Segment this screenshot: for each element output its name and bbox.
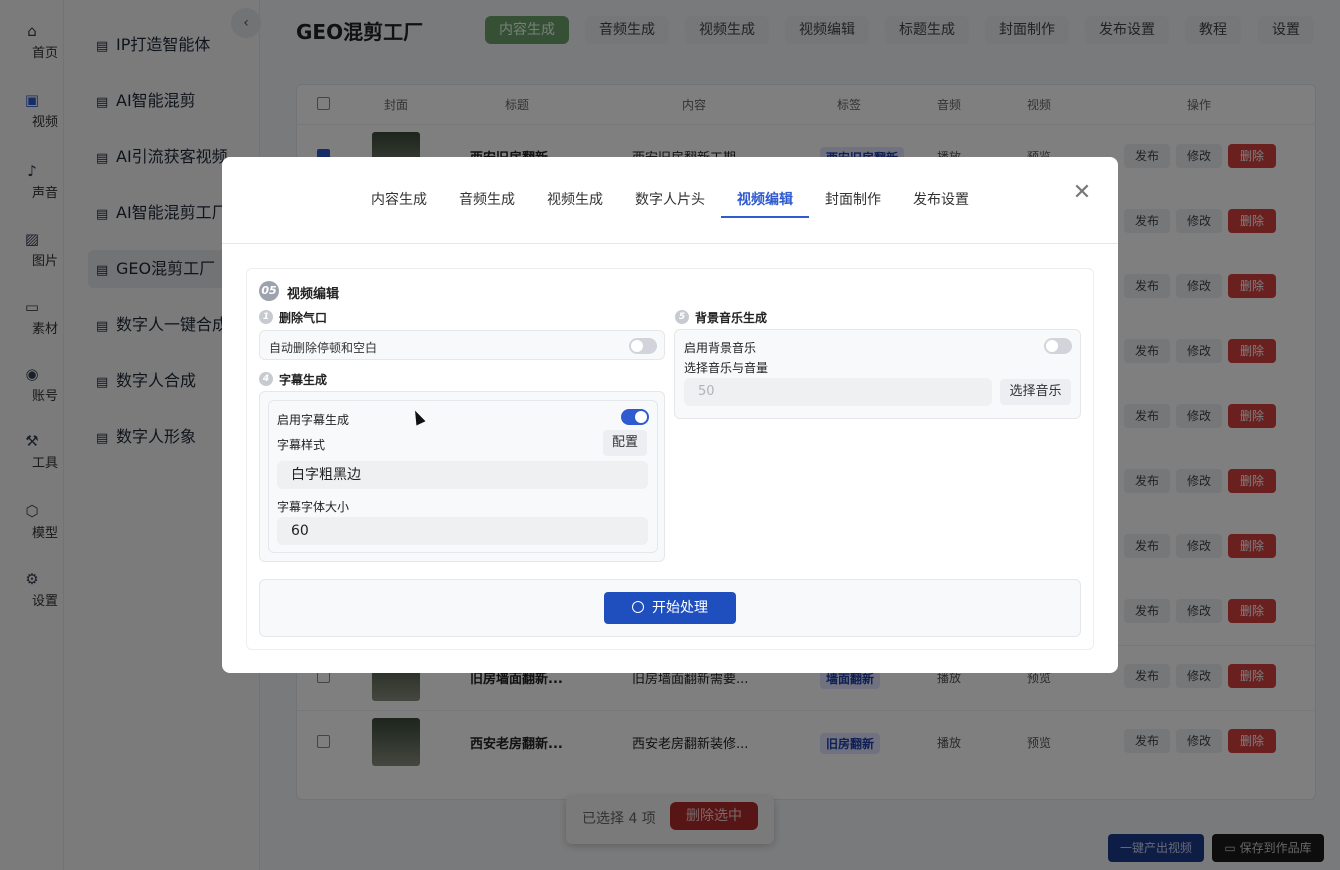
remove-pause-toggle[interactable]	[629, 338, 657, 354]
section-title: 视频编辑	[287, 287, 340, 302]
bgm-enable-label: 启用背景音乐	[684, 341, 757, 355]
step-4-badge: 4	[259, 372, 273, 386]
subtitle-style-select[interactable]: 白字粗黑边	[277, 461, 648, 489]
dialog-tab[interactable]: 音频生成	[459, 189, 515, 209]
subtitle-size-label: 字幕字体大小	[277, 500, 350, 514]
start-processing-label: 开始处理	[652, 600, 708, 616]
video-edit-dialog: 内容生成 音频生成 视频生成 数字人片头 视频编辑 封面制作 发布设置 ✕ 05 视频编辑 …	[222, 157, 1118, 673]
bgm-select-label: 选择音乐与音量	[684, 361, 769, 375]
subtitle-enable-toggle[interactable]	[621, 409, 649, 425]
dialog-tab[interactable]: 视频编辑	[737, 189, 793, 209]
bgm-volume-input[interactable]: 50	[684, 378, 992, 406]
remove-pause-label: 自动删除停顿和空白	[269, 341, 378, 355]
step-5-badge: 5	[675, 310, 689, 324]
bgm-section: 启用背景音乐 选择音乐与音量 50 选择音乐	[674, 329, 1081, 419]
section-number-badge: 05	[259, 281, 279, 301]
remove-pause-row: 自动删除停顿和空白	[259, 330, 665, 360]
step-5-title: 背景音乐生成	[695, 311, 768, 325]
divider	[222, 243, 1118, 244]
subtitle-section: 启用字幕生成 字幕样式 配置 白字粗黑边 字幕字体大小 60	[259, 391, 665, 562]
step-4-title: 字幕生成	[279, 373, 328, 387]
subtitle-card: 启用字幕生成 字幕样式 配置 白字粗黑边 字幕字体大小 60	[268, 400, 658, 553]
active-tab-indicator	[721, 216, 809, 218]
dialog-tab[interactable]: 视频生成	[547, 189, 603, 209]
step-1-badge: 1	[259, 310, 273, 324]
dialog-tab[interactable]: 内容生成	[371, 189, 427, 209]
dialog-tab[interactable]: 数字人片头	[635, 189, 705, 209]
dialog-tab[interactable]: 发布设置	[913, 189, 969, 209]
select-music-button[interactable]: 选择音乐	[1000, 379, 1071, 405]
play-circle-icon	[632, 601, 644, 613]
start-processing-button[interactable]: 开始处理	[604, 592, 736, 624]
subtitle-enable-label: 启用字幕生成	[277, 413, 350, 427]
step-1-title: 删除气口	[279, 311, 328, 325]
subtitle-config-button[interactable]: 配置	[603, 430, 647, 456]
close-icon[interactable]: ✕	[1070, 181, 1094, 205]
subtitle-style-label: 字幕样式	[277, 438, 326, 452]
dialog-tab[interactable]: 封面制作	[825, 189, 881, 209]
subtitle-size-input[interactable]: 60	[277, 517, 648, 545]
bgm-enable-toggle[interactable]	[1044, 338, 1072, 354]
